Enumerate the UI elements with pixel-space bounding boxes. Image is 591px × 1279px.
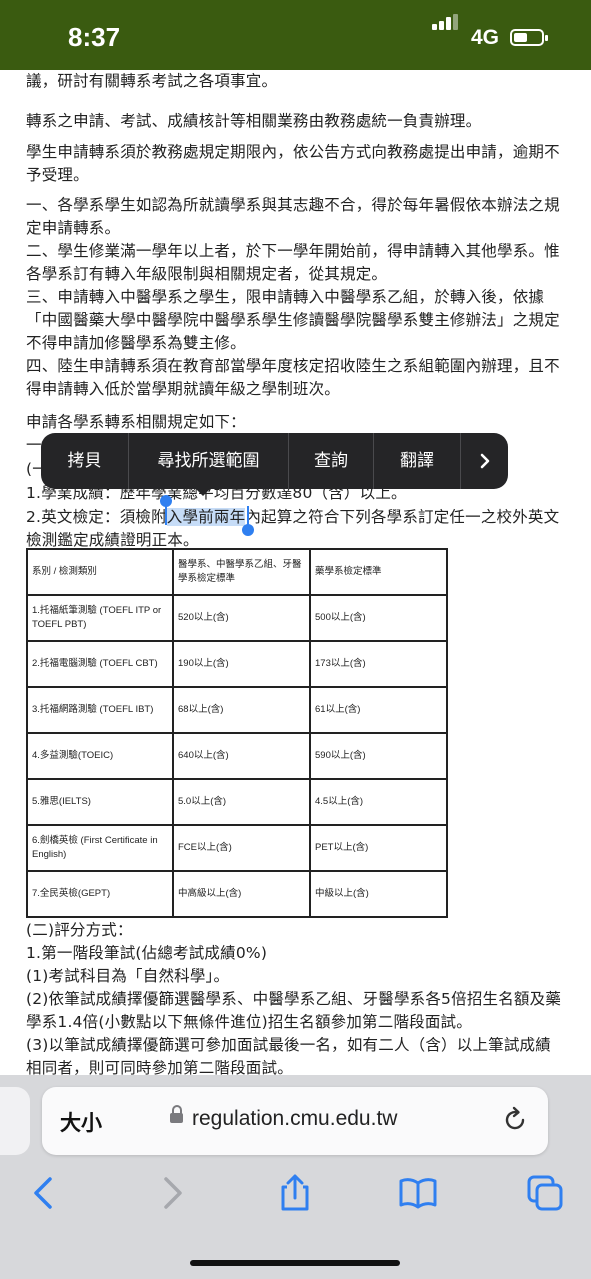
lock-icon bbox=[170, 1105, 183, 1123]
paragraph: 學系1.4倍(小數點以下無條件進位)招生名額參加第二階段面試。 bbox=[26, 1013, 472, 1031]
address-bar[interactable]: 大小 regulation.cmu.edu.tw bbox=[42, 1087, 548, 1155]
previous-tab-preview[interactable] bbox=[0, 1087, 30, 1155]
table-row: 5.雅思(IELTS) 5.0以上(含) 4.5以上(含) bbox=[26, 778, 448, 826]
paragraph: (1)考試科目為「自然科學」。 bbox=[26, 967, 230, 985]
table-cell: 190以上(含) bbox=[172, 640, 311, 688]
lookup-menu-item[interactable]: 查詢 bbox=[289, 433, 373, 489]
selected-paragraph: 2.英文檢定：須檢附入學前兩年內起算之符合下列各學系訂定任一之校外英文 bbox=[26, 506, 576, 529]
table-cell: 5.0以上(含) bbox=[172, 778, 311, 826]
table-header-row: 系別 / 檢測類別 醫學系、中醫學系乙組、牙醫學系檢定標準 藥學系檢定標準 bbox=[26, 548, 448, 596]
table-row: 6.劍橋英檢 (First Certificate in English) FC… bbox=[26, 824, 448, 872]
page-content[interactable]: 議，研討有關轉系考試之各項事宜。 轉系之申請、考試、成績核計等相關業務由教務處統… bbox=[0, 70, 591, 1075]
table-header-cell: 醫學系、中醫學系乙組、牙醫學系檢定標準 bbox=[172, 548, 311, 596]
reload-icon[interactable] bbox=[500, 1105, 530, 1135]
find-selection-menu-item[interactable]: 尋找所選範圍 bbox=[129, 433, 288, 489]
table-cell: 3.托福網路測驗 (TOEFL IBT) bbox=[26, 686, 174, 734]
paragraph: 一、各學系學生如認為所就讀學系與其志趣不合，得於每年暑假依本辦法之規 bbox=[26, 196, 560, 214]
table-cell: 4.5以上(含) bbox=[309, 778, 448, 826]
table-cell: 590以上(含) bbox=[309, 732, 448, 780]
status-bar: 8:37 4G bbox=[0, 0, 591, 70]
paragraph: 二、學生修業滿一學年以上者，於下一學年開始前，得申請轉入其他學系。惟 bbox=[26, 242, 560, 260]
table-cell: 2.托福電腦測驗 (TOEFL CBT) bbox=[26, 640, 174, 688]
paragraph: 學生申請轉系須於教務處規定期限內，依公告方式向教務處提出申請，逾期不 bbox=[26, 143, 560, 161]
table-cell: 520以上(含) bbox=[172, 594, 311, 642]
table-cell: 5.雅思(IELTS) bbox=[26, 778, 174, 826]
table-row: 4.多益測驗(TOEIC) 640以上(含) 590以上(含) bbox=[26, 732, 448, 780]
paragraph: 1.第一階段筆試(佔總考試成績0%) bbox=[26, 944, 268, 962]
copy-menu-item[interactable]: 拷貝 bbox=[41, 433, 128, 489]
table-row: 3.托福網路測驗 (TOEFL IBT) 68以上(含) 61以上(含) bbox=[26, 686, 448, 734]
chevron-right-icon bbox=[480, 453, 489, 469]
paragraph: 各學系訂有轉入年級限制與相關規定者，從其規定。 bbox=[26, 265, 388, 283]
table-cell: 500以上(含) bbox=[309, 594, 448, 642]
english-test-table: 系別 / 檢測類別 醫學系、中醫學系乙組、牙醫學系檢定標準 藥學系檢定標準 1.… bbox=[26, 548, 448, 918]
paragraph: (二)評分方式： bbox=[26, 921, 133, 939]
table-cell: 6.劍橋英檢 (First Certificate in English) bbox=[26, 824, 174, 872]
table-row: 7.全民英檢(GEPT) 中高級以上(含) 中級以上(含) bbox=[26, 870, 448, 918]
share-icon[interactable] bbox=[275, 1173, 315, 1213]
clock: 8:37 bbox=[68, 22, 121, 52]
table-cell: 1.托福紙筆測驗 (TOEFL ITP or TOEFL PBT) bbox=[26, 594, 174, 642]
paragraph: (2)依筆試成績擇優篩選醫學系、中醫學系乙組、牙醫學系各5倍招生名額及藥 bbox=[26, 990, 562, 1008]
paragraph: 議，研討有關轉系考試之各項事宜。 bbox=[26, 72, 278, 90]
table-cell: 640以上(含) bbox=[172, 732, 311, 780]
table-cell: PET以上(含) bbox=[309, 824, 448, 872]
table-cell: FCE以上(含) bbox=[172, 824, 311, 872]
bookmarks-icon[interactable] bbox=[398, 1173, 438, 1213]
paragraph: 「中國醫藥大學中醫學院中醫學系學生修讀醫學院醫學系雙主修辦法」之規定 bbox=[26, 311, 560, 329]
browser-toolbar: 大小 regulation.cmu.edu.tw bbox=[0, 1075, 591, 1279]
table-cell: 7.全民英檢(GEPT) bbox=[26, 870, 174, 918]
text-before: 2.英文檢定：須檢附 bbox=[26, 508, 167, 526]
menu-pointer bbox=[194, 487, 212, 496]
paragraph: 四、陸生申請轉系須在教育部當學年度核定招收陸生之系組範圍內辦理，且不 bbox=[26, 357, 560, 375]
table-cell: 中高級以上(含) bbox=[172, 870, 311, 918]
paragraph: (3)以筆試成績擇優篩選可參加面試最後一名，如有二人（含）以上筆試成績 bbox=[26, 1036, 551, 1054]
translate-menu-item[interactable]: 翻譯 bbox=[374, 433, 460, 489]
table-cell: 中級以上(含) bbox=[309, 870, 448, 918]
more-options-button[interactable] bbox=[461, 433, 508, 489]
table-cell: 173以上(含) bbox=[309, 640, 448, 688]
selected-text[interactable]: 入學前兩年 bbox=[166, 508, 246, 526]
table-cell: 68以上(含) bbox=[172, 686, 311, 734]
home-indicator bbox=[190, 1260, 400, 1266]
forward-icon[interactable] bbox=[152, 1173, 192, 1213]
selection-start-handle[interactable] bbox=[160, 495, 172, 507]
paragraph: 相同者，則可同時參加第二階段面試。 bbox=[26, 1059, 293, 1075]
url-text[interactable]: regulation.cmu.edu.tw bbox=[192, 1107, 397, 1131]
paragraph: 申請各學系轉系相關規定如下： bbox=[26, 413, 246, 431]
paragraph: 得申請轉入低於當學期就讀年級之學制班次。 bbox=[26, 380, 341, 398]
table-cell: 4.多益測驗(TOEIC) bbox=[26, 732, 174, 780]
tabs-icon[interactable] bbox=[525, 1173, 565, 1213]
text-after: 內起算之符合下列各學系訂定任一之校外英文 bbox=[245, 508, 560, 526]
text-size-button[interactable]: 大小 bbox=[60, 1107, 102, 1137]
paragraph: 不得申請加修醫學系為雙主修。 bbox=[26, 334, 246, 352]
text-selection-menu: 拷貝 尋找所選範圍 查詢 翻譯 bbox=[41, 433, 508, 496]
table-row: 2.托福電腦測驗 (TOEFL CBT) 190以上(含) 173以上(含) bbox=[26, 640, 448, 688]
paragraph: 三、申請轉入中醫學系之學生，限申請轉入中醫學系乙組，於轉入後，依據 bbox=[26, 288, 545, 306]
selection-end-handle[interactable] bbox=[242, 524, 254, 536]
back-icon[interactable] bbox=[24, 1173, 64, 1213]
table-header-cell: 藥學系檢定標準 bbox=[309, 548, 448, 596]
table-row: 1.托福紙筆測驗 (TOEFL ITP or TOEFL PBT) 520以上(… bbox=[26, 594, 448, 642]
battery-icon bbox=[510, 29, 548, 46]
paragraph: 予受理。 bbox=[26, 166, 89, 184]
paragraph: 定申請轉系。 bbox=[26, 219, 121, 237]
paragraph: 轉系之申請、考試、成績核計等相關業務由教務處統一負責辦理。 bbox=[26, 112, 482, 130]
network-type: 4G bbox=[471, 26, 500, 49]
table-cell: 61以上(含) bbox=[309, 686, 448, 734]
table-header-cell: 系別 / 檢測類別 bbox=[26, 548, 174, 596]
